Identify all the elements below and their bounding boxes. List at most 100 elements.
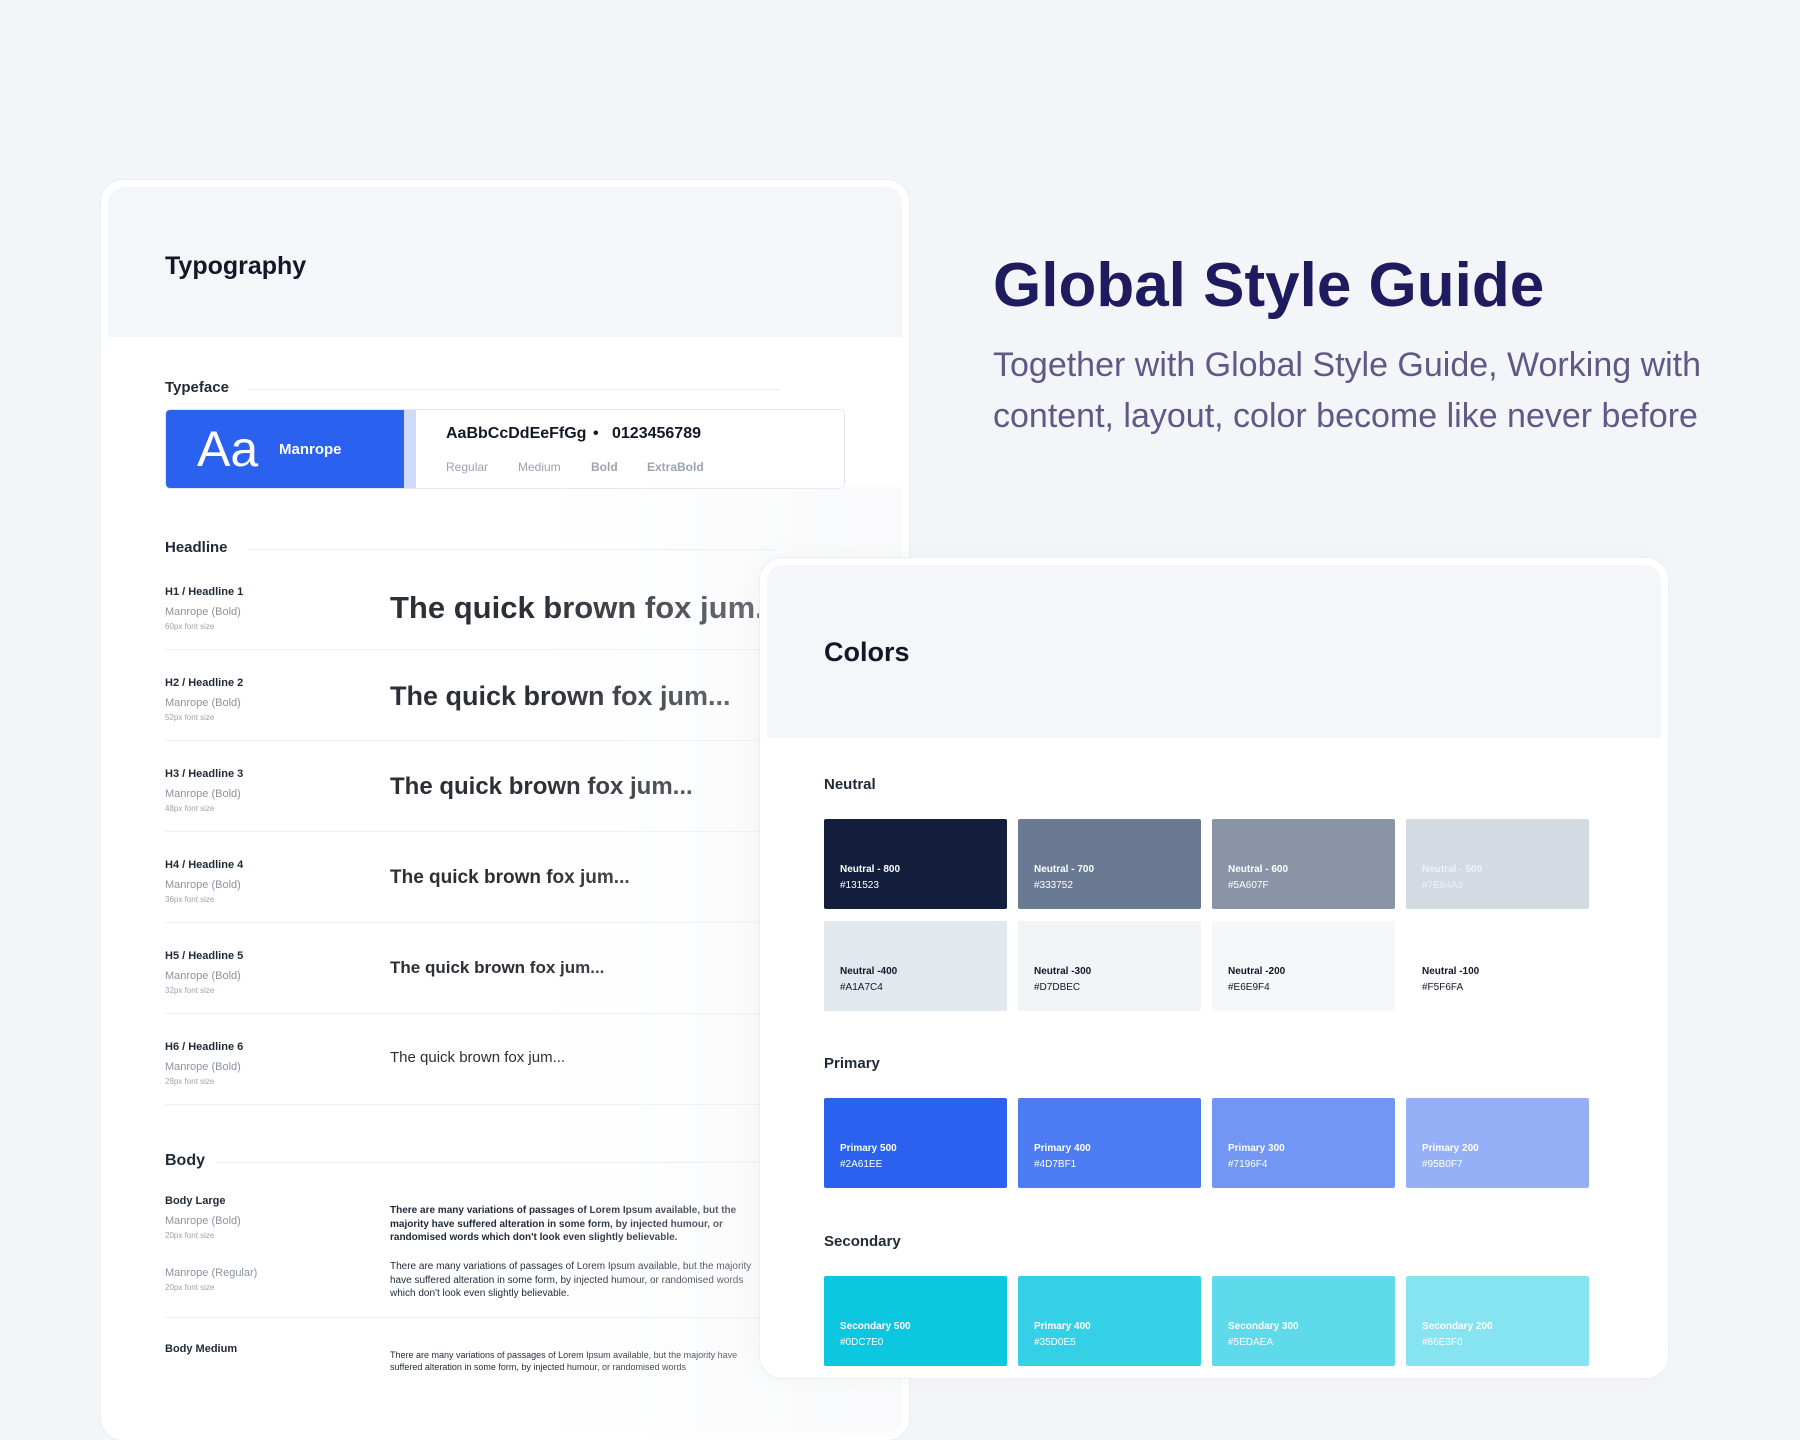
neutral-label: Neutral	[824, 776, 876, 793]
secondary-swatch: Secondary 300 #5EDAEA	[1212, 1276, 1395, 1366]
h4-size: 36px font size	[165, 895, 215, 904]
swatch-name: Neutral -400	[840, 966, 898, 977]
weight-regular: Regular	[446, 460, 489, 474]
typeface-alphabet: AaBbCcDdEeFfGg	[446, 425, 587, 442]
swatch-hex: #2A61EE	[840, 1159, 883, 1170]
primary-label: Primary	[824, 1055, 880, 1072]
h4-title: H4 / Headline 4	[165, 859, 244, 871]
swatch-name: Neutral -300	[1034, 966, 1092, 977]
neutral-swatch: Neutral - 500 #7E84A3	[1406, 819, 1589, 909]
typeface-specimen: Aa Manrope AaBbCcDdEeFfGg • 0123456789 R…	[165, 409, 845, 489]
neutral-swatch: Neutral -300 #D7DBEC	[1018, 921, 1201, 1011]
h5-title: H5 / Headline 5	[165, 950, 244, 962]
swatch-hex: #0DC7E0	[840, 1337, 884, 1348]
typeface-accent-stripe	[404, 410, 416, 488]
swatch-hex: #5A607F	[1228, 880, 1269, 891]
body-large-title: Body Large	[165, 1195, 226, 1207]
primary-swatch: Primary 500 #2A61EE	[824, 1098, 1007, 1188]
h1-title: H1 / Headline 1	[165, 586, 244, 598]
h3-title: H3 / Headline 3	[165, 768, 244, 780]
h6-font: Manrope (Bold)	[165, 1061, 241, 1073]
h6-sample: The quick brown fox jum...	[390, 1049, 566, 1066]
colors-card: Colors Neutral Neutral - 800 #131523 Neutr…	[760, 558, 1668, 1378]
neutral-swatch: Neutral - 700 #333752	[1018, 819, 1201, 909]
neutral-swatch: Neutral -400 #A1A7C4	[824, 921, 1007, 1011]
primary-swatch: Primary 300 #7196F4	[1212, 1098, 1395, 1188]
weight-bold: Bold	[591, 460, 618, 474]
body-large-regular-font: Manrope (Regular)	[165, 1267, 258, 1279]
primary-swatch: Primary 400 #4D7BF1	[1018, 1098, 1201, 1188]
swatch-hex: #5EDAEA	[1228, 1337, 1274, 1348]
h5-size: 32px font size	[165, 986, 215, 995]
primary-swatch: Primary 200 #95B0F7	[1406, 1098, 1589, 1188]
colors-card-header: Colors	[767, 565, 1661, 738]
secondary-swatch: Secondary 200 #86E3F0	[1406, 1276, 1589, 1366]
swatch-hex: #D7DBEC	[1034, 982, 1081, 993]
body-medium-title: Body Medium	[165, 1343, 238, 1355]
typeface-label: Typeface	[165, 379, 229, 396]
swatch-hex: #35D0E5	[1034, 1337, 1076, 1348]
swatch-hex: #A1A7C4	[840, 982, 883, 993]
swatch-name: Neutral - 500	[1422, 864, 1483, 875]
h6-title: H6 / Headline 6	[165, 1041, 244, 1053]
swatch-hex: #7196F4	[1228, 1159, 1268, 1170]
h1-font: Manrope (Bold)	[165, 606, 241, 618]
typeface-preview: Aa Manrope	[166, 410, 404, 488]
body-divider	[218, 1162, 778, 1163]
swatch-name: Neutral - 600	[1228, 864, 1289, 875]
h3-font: Manrope (Bold)	[165, 788, 241, 800]
swatch-hex: #F5F6FA	[1422, 982, 1464, 993]
h5-sample: The quick brown fox jum...	[390, 958, 605, 977]
body-label: Body	[165, 1152, 205, 1169]
h1-size: 60px font size	[165, 622, 215, 631]
secondary-label: Secondary	[824, 1233, 901, 1250]
swatch-name: Neutral - 800	[840, 864, 901, 875]
swatch-name: Secondary 300	[1228, 1321, 1299, 1332]
typeface-aa: Aa	[197, 421, 259, 477]
swatch-hex: #131523	[840, 880, 879, 891]
swatch-hex: #86E3F0	[1422, 1337, 1463, 1348]
typeface-digits: 0123456789	[612, 425, 701, 442]
swatch-hex: #7E84A3	[1422, 880, 1464, 891]
typeface-separator: •	[593, 425, 599, 442]
body-medium-text: There are many variations of passages of…	[390, 1350, 738, 1373]
neutral-swatch: Neutral - 600 #5A607F	[1212, 819, 1395, 909]
headline-label: Headline	[165, 539, 228, 556]
swatch-name: Neutral -200	[1228, 966, 1286, 977]
colors-title: Colors	[824, 637, 910, 667]
neutral-swatch: Neutral -200 #E6E9F4	[1212, 921, 1395, 1011]
h4-sample: The quick brown fox jum...	[390, 867, 630, 888]
swatch-name: Primary 400	[1034, 1321, 1091, 1332]
swatch-hex: #95B0F7	[1422, 1159, 1463, 1170]
swatch-name: Primary 400	[1034, 1143, 1091, 1154]
hero-subtitle: Together with Global Style Guide, Workin…	[993, 346, 1702, 435]
h3-sample: The quick brown fox jum...	[390, 773, 693, 800]
typography-card-header: Typography	[108, 187, 902, 337]
hero-title: Global Style Guide	[993, 251, 1545, 320]
swatch-name: Primary 500	[840, 1143, 897, 1154]
swatch-name: Neutral - 700	[1034, 864, 1095, 875]
h6-size: 28px font size	[165, 1077, 215, 1086]
neutral-swatch: Neutral - 800 #131523	[824, 819, 1007, 909]
swatch-name: Neutral -100	[1422, 966, 1480, 977]
body-large-regular-size: 20px font size	[165, 1283, 215, 1292]
headline-divider	[248, 549, 778, 550]
secondary-swatch: Secondary 500 #0DC7E0	[824, 1276, 1007, 1366]
body-large-regular-text: There are many variations of passages of…	[390, 1261, 752, 1299]
h3-size: 48px font size	[165, 804, 215, 813]
body-large-bold-font: Manrope (Bold)	[165, 1215, 241, 1227]
swatch-name: Secondary 500	[840, 1321, 911, 1332]
h5-font: Manrope (Bold)	[165, 970, 241, 982]
swatch-hex: #E6E9F4	[1228, 982, 1270, 993]
typeface-divider	[250, 389, 780, 390]
secondary-swatch: Primary 400 #35D0E5	[1018, 1276, 1201, 1366]
swatch-name: Secondary 200	[1422, 1321, 1493, 1332]
swatch-name: Primary 300	[1228, 1143, 1285, 1154]
body-large-bold-text: There are many variations of passages of…	[390, 1205, 737, 1243]
typeface-name: Manrope	[279, 441, 342, 458]
swatch-name: Primary 200	[1422, 1143, 1479, 1154]
h2-sample: The quick brown fox jum...	[390, 681, 731, 711]
swatch-hex: #333752	[1034, 880, 1073, 891]
weight-extrabold: ExtraBold	[647, 460, 704, 474]
h2-font: Manrope (Bold)	[165, 697, 241, 709]
